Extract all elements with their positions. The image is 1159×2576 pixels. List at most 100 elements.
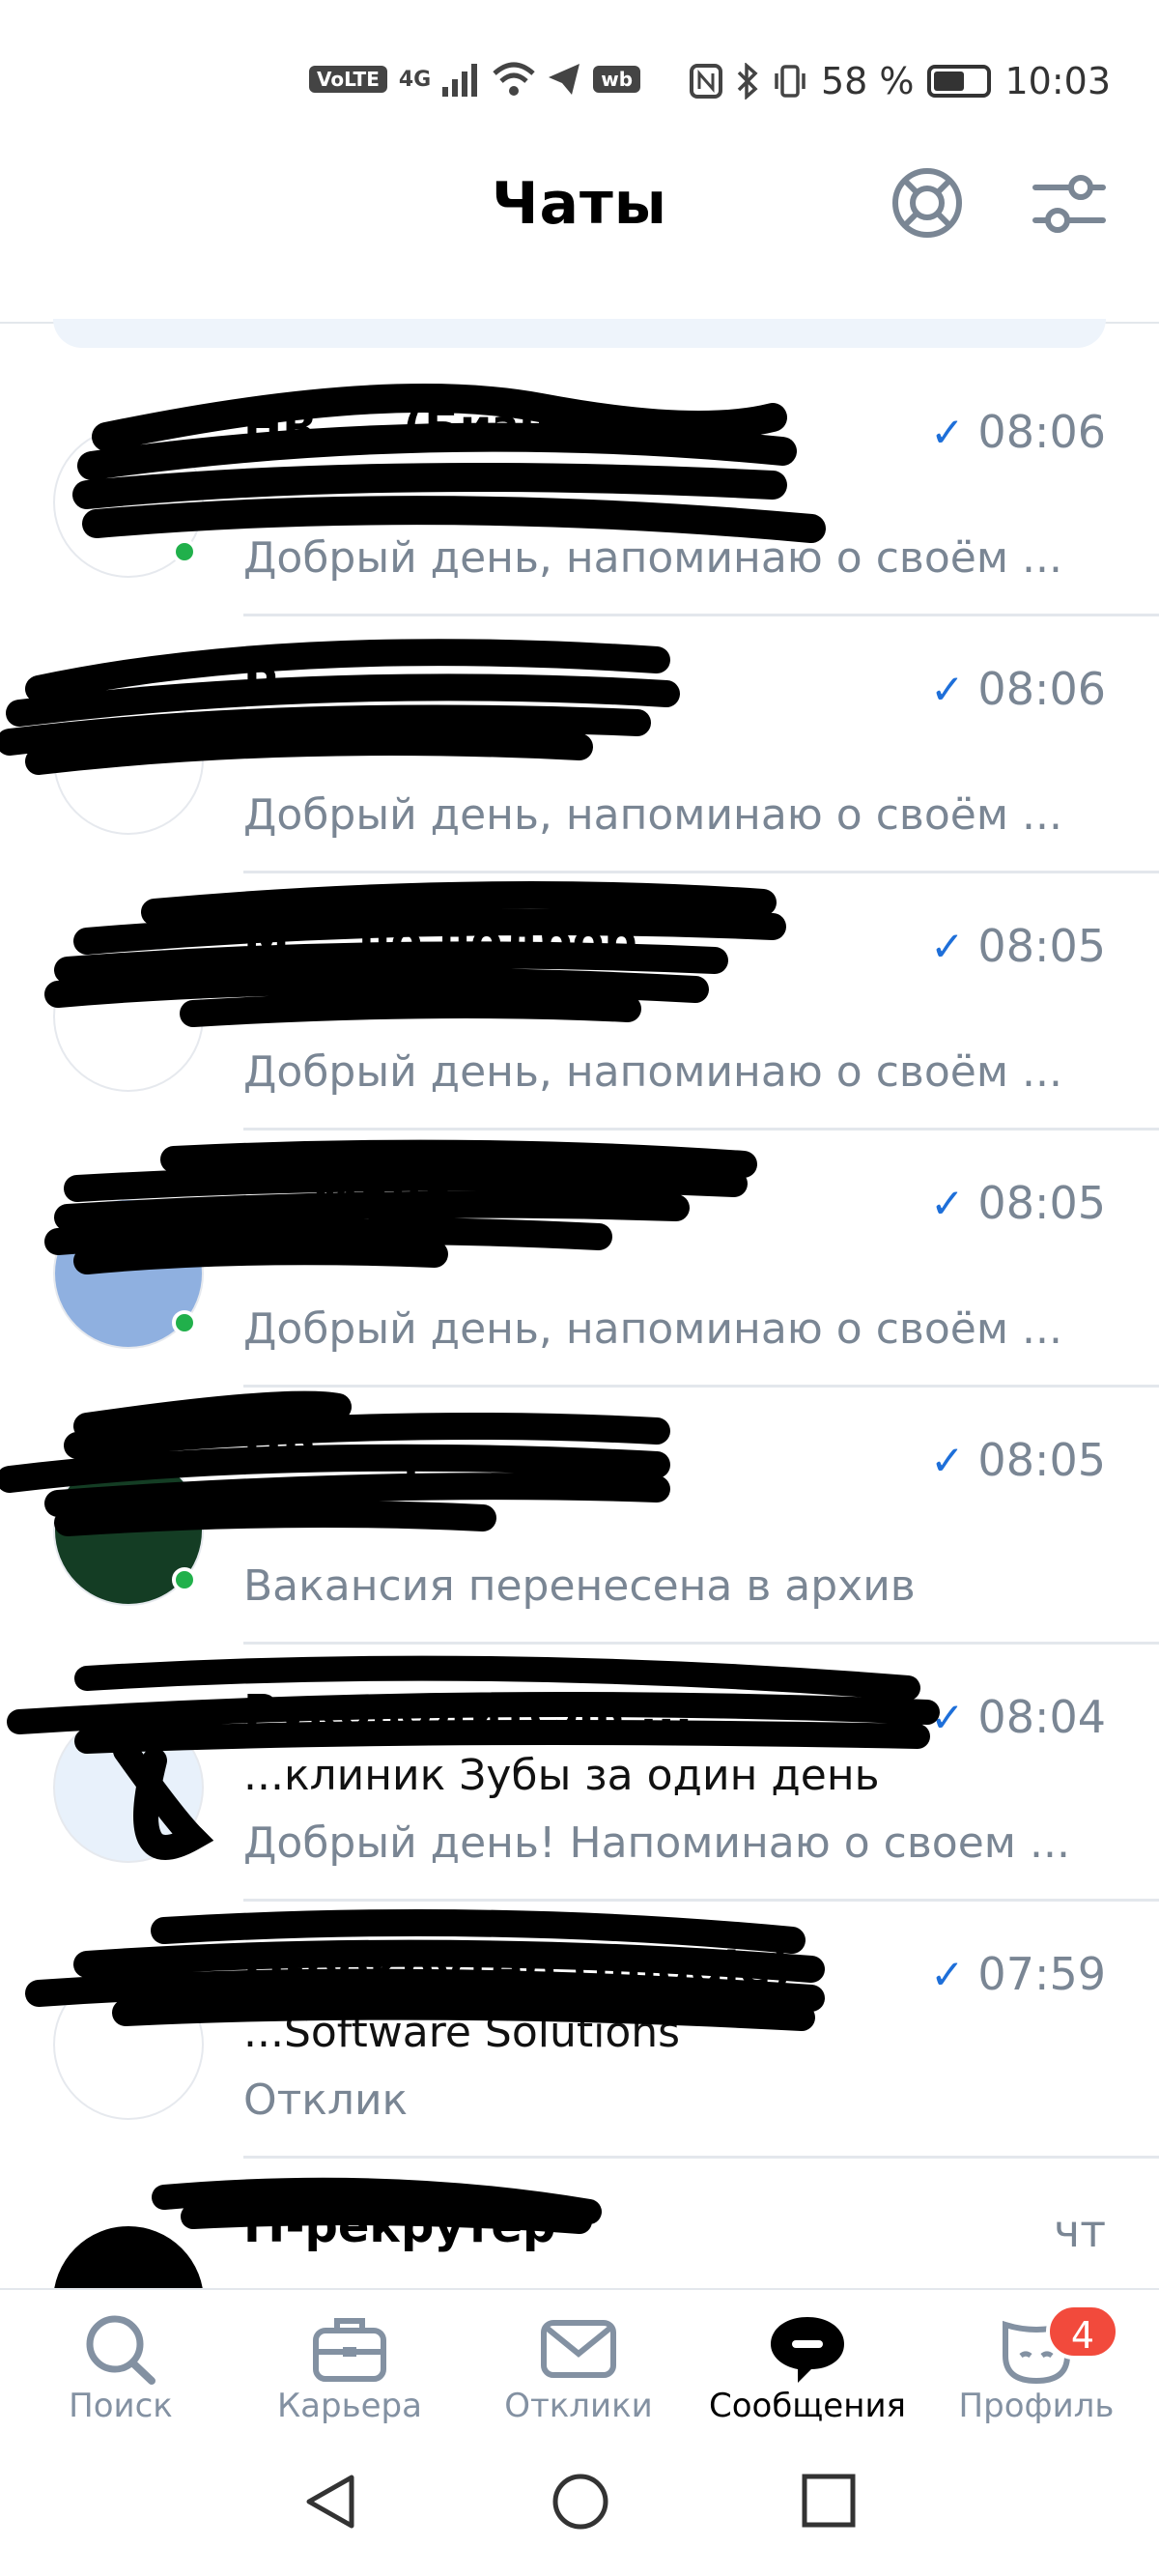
online-indicator <box>172 1567 197 1592</box>
vibrate-icon <box>775 65 806 98</box>
chat-time-label: 08:04 <box>977 1691 1106 1743</box>
chat-time: ✓ 08:05 <box>930 920 1106 972</box>
briefcase-icon <box>313 2318 386 2382</box>
clock: 10:03 <box>1004 60 1111 102</box>
search-icon <box>86 2315 155 2385</box>
chat-item[interactable]: Руководитель ... ...клиник Зубы за один … <box>0 1645 1159 1902</box>
chat-preview: Вакансия перенесена в архив <box>243 1561 916 1611</box>
signal-icon <box>442 64 478 97</box>
battery-percent: 58 % <box>820 60 915 102</box>
chat-subtitle: ...клиник Зубы за один день <box>243 1751 880 1800</box>
telegram-icon <box>549 64 580 95</box>
back-triangle-icon <box>306 2475 354 2529</box>
wifi-icon <box>493 62 535 96</box>
filter-button[interactable] <box>1032 170 1107 238</box>
system-nav-bar <box>0 2433 1159 2576</box>
chat-bubble-icon <box>771 2317 844 2383</box>
tab-label: Отклики <box>504 2387 653 2425</box>
read-check-icon: ✓ <box>930 1950 965 1998</box>
chat-item[interactable]: HR ... р ✓ 08:05 Вакансия перенесена в ар… <box>0 1388 1159 1645</box>
nav-recents-button[interactable] <box>800 2472 858 2533</box>
page-title: Чаты <box>491 170 667 238</box>
chat-item[interactable]: IT-рекрутер чт <box>0 2159 1159 2288</box>
read-check-icon: ✓ <box>930 1436 965 1484</box>
chat-avatar <box>53 1712 204 1863</box>
home-circle-icon <box>552 2474 608 2530</box>
chat-title: HR ... р <box>243 1428 437 1482</box>
chat-time: ✓ 08:05 <box>930 1177 1106 1229</box>
status-bar: VoLTE 4G wb 58 % 10:03 <box>0 0 1159 145</box>
chat-item[interactable]: Р... ✓ 08:06 Добрый день, напоминаю о сво… <box>0 616 1159 873</box>
envelope-icon <box>541 2320 616 2378</box>
chat-time: ✓ 08:04 <box>930 1691 1106 1743</box>
chat-time-label: 07:59 <box>977 1948 1106 2000</box>
nav-back-button[interactable] <box>301 2472 359 2535</box>
nfc-icon <box>689 64 722 99</box>
chat-time-label: 08:05 <box>977 920 1106 972</box>
chat-item[interactable]: HR ... (Бизн. ✓ 08:06 Добрый день, напоми… <box>0 359 1159 616</box>
online-indicator <box>172 539 197 564</box>
tab-label: Поиск <box>69 2387 173 2425</box>
chat-item[interactable]: ... Мене... ✓ 08:05 Добрый день, напомина… <box>0 1131 1159 1388</box>
chat-list[interactable]: HR ... (Бизн. ✓ 08:06 Добрый день, напоми… <box>0 359 1159 2288</box>
read-check-icon: ✓ <box>930 665 965 713</box>
chat-time-label: чт <box>1054 2205 1106 2257</box>
chat-preview: Добрый день, напоминаю о своём ... <box>243 1047 1062 1097</box>
tab-responses[interactable]: Отклики <box>463 2290 694 2435</box>
chat-time: ✓ 08:05 <box>930 1434 1106 1486</box>
read-check-icon: ✓ <box>930 922 965 970</box>
chat-preview: Добрый день, напоминаю о своём ... <box>243 533 1062 583</box>
chat-time-label: 08:05 <box>977 1434 1106 1486</box>
chat-preview: Добрый день, напоминаю о своём ... <box>243 790 1062 840</box>
chat-item[interactable]: М... по подбор... ✓ 08:05 Добрый день, на… <box>0 873 1159 1131</box>
tab-career[interactable]: Карьера <box>234 2290 466 2435</box>
tab-label: Сообщения <box>708 2387 907 2425</box>
chat-title: IT-рекрутер (middle) <box>243 1942 793 1996</box>
chat-title: IT-рекрутер <box>243 2199 556 2253</box>
wb-icon: wb <box>593 66 641 93</box>
chat-avatar <box>53 1969 204 2120</box>
chat-time: чт <box>1054 2205 1106 2257</box>
chat-subtitle: ...Software Solutions <box>243 2008 681 2057</box>
status-left-icons: VoLTE 4G wb <box>309 62 641 97</box>
read-check-icon: ✓ <box>930 1179 965 1227</box>
bottom-tab-bar: Поиск Карьера Отклики Сообщения 4 Профил… <box>0 2288 1159 2433</box>
read-check-icon: ✓ <box>930 1693 965 1741</box>
chat-title: Руководитель ... <box>243 1685 693 1739</box>
tab-messages[interactable]: Сообщения <box>692 2290 923 2435</box>
volte-icon: VoLTE <box>309 66 387 93</box>
chat-title: ... Мене... <box>243 1171 507 1225</box>
bluetooth-icon <box>737 63 758 100</box>
nav-home-button[interactable] <box>551 2472 610 2535</box>
chat-time: ✓ 08:06 <box>930 406 1106 458</box>
support-button[interactable] <box>890 166 964 240</box>
read-check-icon: ✓ <box>930 408 965 456</box>
chat-time-label: 08:05 <box>977 1177 1106 1229</box>
chat-time: ✓ 07:59 <box>930 1948 1106 2000</box>
chat-avatar <box>53 941 204 1092</box>
chat-time-label: 08:06 <box>977 663 1106 715</box>
online-indicator <box>172 1310 197 1335</box>
sliders-icon <box>1032 175 1106 233</box>
tab-label: Карьера <box>277 2387 422 2425</box>
chat-time: ✓ 08:06 <box>930 663 1106 715</box>
chat-preview: Отклик <box>243 2075 409 2125</box>
chat-preview: Добрый день, напоминаю о своём ... <box>243 1304 1062 1354</box>
battery-icon <box>927 65 992 98</box>
lifebuoy-icon <box>892 168 962 238</box>
chat-title: HR ... (Бизн. <box>243 400 569 454</box>
chat-avatar <box>53 684 204 835</box>
chat-avatar <box>53 2226 204 2288</box>
banner-edge <box>53 319 1106 348</box>
chat-preview: Добрый день! Напоминаю о своем ... <box>243 1818 1070 1868</box>
chat-time-label: 08:06 <box>977 406 1106 458</box>
tab-search[interactable]: Поиск <box>5 2290 237 2435</box>
chat-title: М... по подбор... <box>243 914 691 968</box>
chat-title: Р... <box>243 657 330 711</box>
chat-item[interactable]: IT-рекрутер (middle) ...Software Solutio… <box>0 1902 1159 2159</box>
notification-badge: 4 <box>1046 2304 1119 2360</box>
status-right-icons: 58 % 10:03 <box>689 60 1111 102</box>
network-type-label: 4G <box>398 67 432 92</box>
recents-square-icon <box>802 2474 856 2528</box>
tab-profile[interactable]: 4 Профиль <box>920 2290 1152 2435</box>
